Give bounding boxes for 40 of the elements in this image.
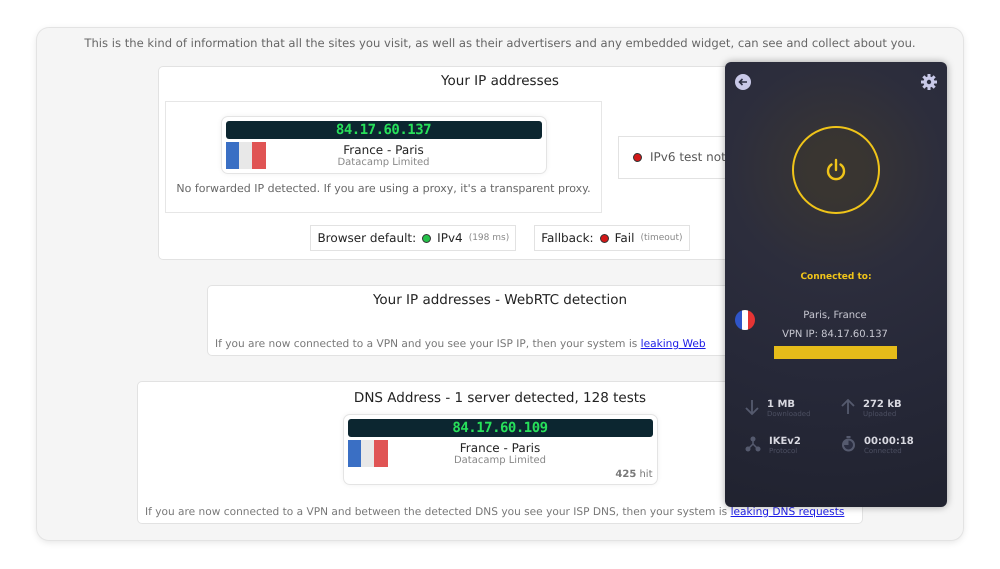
arrow-down-icon [745, 399, 759, 415]
check-detail: (timeout) [640, 233, 683, 243]
check-value: Fail [614, 231, 634, 245]
check-value: IPv4 [437, 231, 463, 245]
leak-link[interactable]: leaking DNS requests [730, 506, 844, 518]
location-text: France - Paris [343, 143, 424, 157]
hit-count: 425 hit [614, 469, 652, 480]
provider-text: Datacamp Limited [337, 157, 430, 168]
flag-icon [226, 142, 266, 169]
location-text: Paris, France [803, 310, 867, 321]
proxy-note: No forwarded IP detected. If you are using a proxy, it's a transparent proxy. [176, 182, 591, 195]
status-label: Connected to: [799, 272, 873, 282]
stat-value: 272 kB [863, 399, 902, 410]
nodes-icon [745, 436, 761, 452]
section-title: Your IP addresses - WebRTC detection [372, 292, 628, 308]
flag-icon [735, 310, 755, 330]
provider-text: Datacamp Limited [454, 455, 546, 466]
location-text: France - Paris [460, 441, 540, 455]
power-icon [824, 158, 848, 182]
stat-value: 00:00:18 [864, 436, 914, 447]
section-title: Your IP addresses [441, 73, 559, 89]
check-label: Browser default: [317, 231, 416, 245]
dns-note: If you are now connected to a VPN and between the detected DNS you see your ISP DNS, then your system is leaking DNS requests [144, 506, 844, 518]
vpn-ip: VPN IP: 84.17.60.137 [782, 329, 888, 340]
flag-icon [348, 440, 388, 467]
ip-address: 84.17.60.109 [348, 419, 652, 437]
check-detail: (198 ms) [468, 233, 510, 243]
ip-address: 84.17.60.137 [226, 121, 542, 139]
back-icon[interactable] [735, 74, 751, 90]
ipv6-text: IPv6 test not [650, 150, 726, 164]
section-title: DNS Address - 1 server detected, 128 tests [354, 390, 646, 406]
stopwatch-icon [841, 436, 856, 452]
leak-link[interactable]: leaking Web [640, 338, 706, 350]
webrtc-note: If you are now connected to a VPN and you see your ISP IP, then your system is leaking Web [214, 338, 706, 350]
arrow-up-icon [841, 399, 855, 415]
stat-value: IKEv2 [769, 436, 801, 447]
intro-text: This is the kind of information that all the sites you visit, as well as their advertisers and any embedded widget, can see and collect about you. [84, 36, 916, 50]
stat-value: 1 MB [767, 399, 796, 410]
check-label: Fallback: [541, 231, 594, 245]
settings-icon[interactable] [921, 74, 937, 90]
